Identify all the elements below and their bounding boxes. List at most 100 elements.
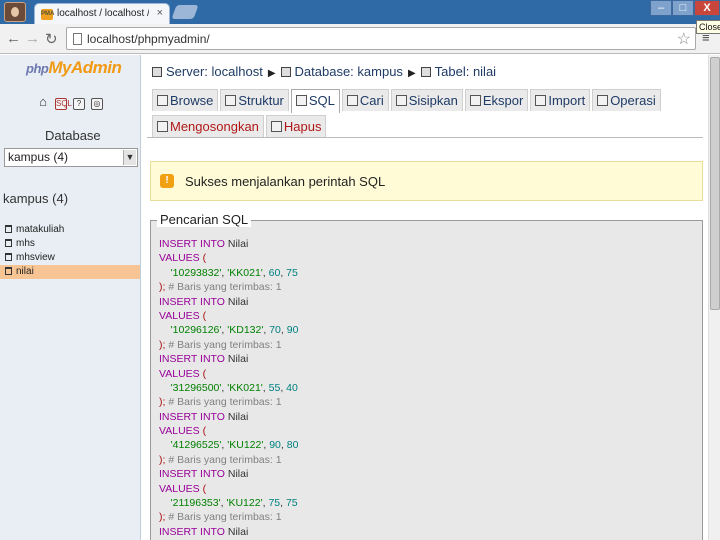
database-heading[interactable]: kampus (4) xyxy=(3,191,68,206)
sql-indent xyxy=(159,382,171,394)
forward-arrow-icon[interactable]: → xyxy=(25,30,40,47)
table-icon[interactable] xyxy=(5,239,12,248)
sql-text: Nilai xyxy=(224,353,249,366)
sql-number: 55 xyxy=(268,381,281,394)
query-window-icon[interactable]: SQL xyxy=(55,98,72,110)
home-icon[interactable]: ⌂ xyxy=(37,95,49,108)
database-select-value: kampus (4) xyxy=(8,150,69,164)
sql-string: '10293832' xyxy=(170,266,222,279)
table-item-mhsview[interactable]: mhsview xyxy=(0,251,140,265)
sql-number: 40 xyxy=(286,381,298,394)
sql-number: 70 xyxy=(269,324,281,337)
sql-line: VALUES ( xyxy=(159,309,298,323)
sql-query-code: INSERT INTO Nilai VALUES ( '10293832', 'K… xyxy=(159,237,298,539)
export-icon xyxy=(469,95,481,106)
sql-string: '41296525' xyxy=(170,439,222,452)
sql-query-legend: Pencarian SQL xyxy=(157,212,252,227)
empty-table-icon xyxy=(157,121,168,132)
sql-line: VALUES ( xyxy=(159,251,298,265)
back-arrow-icon[interactable]: ← xyxy=(6,30,21,47)
sql-indent xyxy=(159,439,171,451)
tab-sisipkan[interactable]: Sisipkan xyxy=(390,89,463,111)
pma-favicon-icon: PMA xyxy=(41,9,54,20)
tab-mengosongkan[interactable]: Mengosongkan xyxy=(152,115,264,137)
sql-keyword: INSERT INTO xyxy=(159,295,225,308)
sql-line: '21196353', 'KU122', 75, 75 xyxy=(159,496,298,510)
maximize-button[interactable]: □ xyxy=(672,0,694,16)
bookmark-star-icon[interactable]: ☆ xyxy=(677,29,691,49)
sql-comment: # Baris yang terimbas: 1 xyxy=(165,281,282,294)
table-icon[interactable] xyxy=(5,267,12,276)
server-icon xyxy=(152,67,162,77)
sql-keyword: INSERT INTO xyxy=(159,468,225,481)
browse-icon xyxy=(157,95,168,106)
phpmyadmin-logo[interactable]: phpMyAdmin xyxy=(26,58,122,78)
table-item-nilai[interactable]: nilai xyxy=(0,265,140,279)
sql-keyword: VALUES xyxy=(159,309,200,322)
breadcrumb: Server: localhost ▶ Database: kampus ▶ Tabel… xyxy=(152,64,496,79)
sql-text: ( xyxy=(199,367,207,380)
close-window-button[interactable]: X xyxy=(694,0,720,16)
sql-line: '10296126', 'KD132', 70, 90 xyxy=(159,323,299,337)
reload-icon[interactable]: ↻ xyxy=(45,30,58,48)
sql-line: ); # Baris yang terimbas: 1 xyxy=(159,453,298,467)
chevron-down-icon[interactable]: ▼ xyxy=(123,150,136,165)
table-icon[interactable] xyxy=(5,253,12,262)
sql-text: Nilai xyxy=(224,295,249,308)
sql-keyword: VALUES xyxy=(159,367,200,380)
tab-close-icon[interactable]: × xyxy=(157,7,163,19)
address-bar[interactable]: localhost/phpmyadmin/ ☆ xyxy=(66,27,696,50)
sql-query-box: Pencarian SQL INSERT INTO Nilai VALUES ( … xyxy=(150,212,703,540)
table-item-matakuliah[interactable]: matakuliah xyxy=(0,223,140,237)
table-icon[interactable] xyxy=(5,225,12,234)
sql-line: VALUES ( xyxy=(159,367,298,381)
minimize-button[interactable]: – xyxy=(650,0,672,16)
page-icon xyxy=(73,33,82,45)
documentation-icon[interactable]: ? xyxy=(73,98,85,110)
operations-icon xyxy=(597,95,609,106)
sql-keyword: VALUES xyxy=(159,425,200,438)
sql-line: ); # Baris yang terimbas: 1 xyxy=(159,338,298,352)
table-item-mhs[interactable]: mhs xyxy=(0,237,140,251)
structure-icon xyxy=(225,95,237,106)
search-icon xyxy=(346,95,358,106)
tab-browse[interactable]: Browse xyxy=(152,89,219,111)
breadcrumb-table[interactable]: Tabel: nilai xyxy=(435,64,496,79)
sql-keyword: INSERT INTO xyxy=(159,410,225,423)
sql-line: VALUES ( xyxy=(159,482,298,496)
info-icon: ! xyxy=(160,174,174,188)
sql-number: 75 xyxy=(286,266,298,279)
sql-text: Nilai xyxy=(224,525,249,538)
sql-text: ( xyxy=(199,425,207,438)
tab-import[interactable]: Import xyxy=(530,89,591,111)
url-text[interactable]: localhost/phpmyadmin/ xyxy=(87,32,210,46)
sql-number: 90 xyxy=(286,324,299,337)
browser-tab[interactable]: PMA localhost / localhost / kampus × xyxy=(34,3,170,24)
tab-struktur[interactable]: Struktur xyxy=(220,89,289,111)
sql-line: INSERT INTO Nilai xyxy=(159,525,298,539)
database-select[interactable]: kampus (4) ▼ xyxy=(4,148,138,167)
tab-operasi[interactable]: Operasi xyxy=(592,89,661,111)
tab-sql[interactable]: SQL xyxy=(290,89,340,113)
table-tabs: Browse Struktur SQL Cari Sisipkan Ekspor Impor… xyxy=(152,89,663,113)
sql-keyword: VALUES xyxy=(159,482,200,495)
scrollbar-thumb[interactable] xyxy=(710,57,720,310)
breadcrumb-server[interactable]: Server: localhost xyxy=(166,64,263,79)
breadcrumb-database[interactable]: Database: kampus xyxy=(295,64,403,79)
database-label: Database xyxy=(45,128,101,143)
profile-avatar[interactable] xyxy=(4,2,26,22)
page-scrollbar[interactable] xyxy=(708,55,720,540)
database-icon xyxy=(280,67,291,77)
tab-ekspor[interactable]: Ekspor xyxy=(464,89,529,111)
sql-number: 60 xyxy=(268,266,281,279)
sql-indent xyxy=(159,324,171,336)
sql-comment: # Baris yang terimbas: 1 xyxy=(165,396,282,409)
sql-string: 'KD132' xyxy=(227,324,264,337)
sql-string: '31296500' xyxy=(170,381,222,394)
sql-string: 'KK021' xyxy=(227,381,263,394)
sql-text: ( xyxy=(199,309,207,322)
tab-hapus[interactable]: Hapus xyxy=(265,115,327,137)
tab-cari[interactable]: Cari xyxy=(341,89,389,111)
new-tab-button[interactable] xyxy=(171,5,199,19)
reload-navigation-icon[interactable]: ◎ xyxy=(91,98,103,110)
